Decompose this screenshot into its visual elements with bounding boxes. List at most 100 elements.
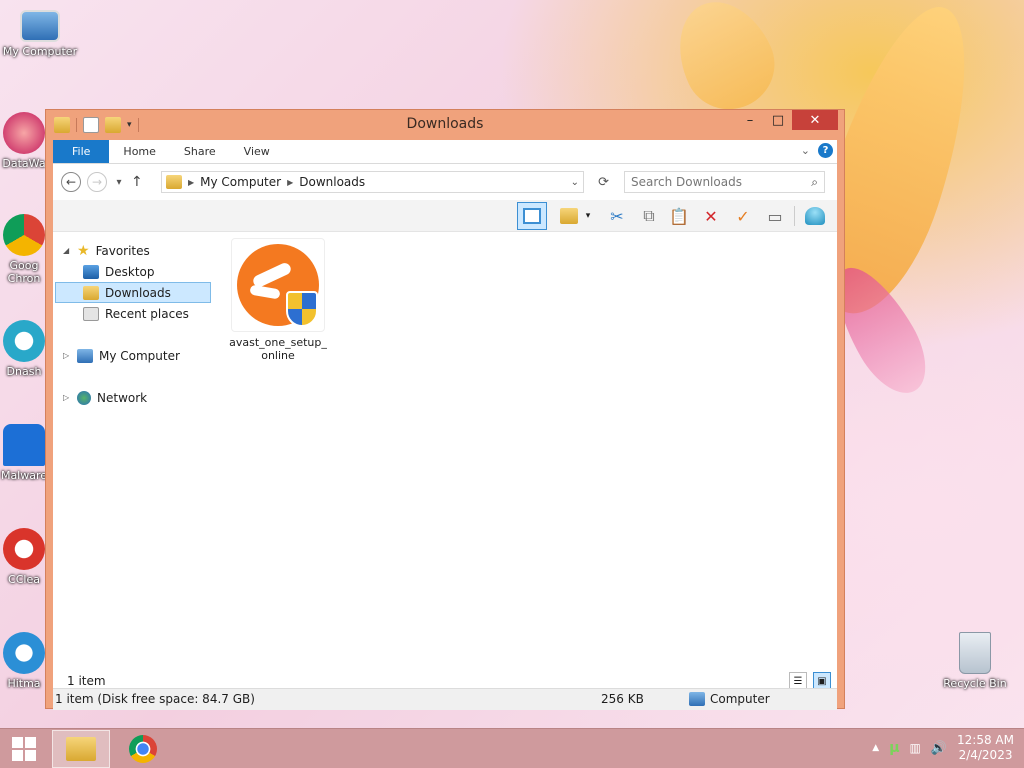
computer-icon: [20, 10, 60, 42]
volume-icon[interactable]: 🔊: [931, 741, 947, 756]
desktop-icon-dnash[interactable]: Dnash: [0, 320, 48, 378]
explorer-window: ▾ Downloads – □ ✕ File Home Share View ⌄…: [45, 109, 845, 710]
window-client: File Home Share View ⌄ ? ← → ▾ ↑ ▶ My Co…: [53, 140, 837, 710]
nav-label: My Computer: [99, 348, 180, 363]
forward-button[interactable]: →: [87, 172, 107, 192]
wallpaper-petal: [660, 0, 790, 124]
expand-icon[interactable]: ▷: [63, 393, 71, 402]
utorrent-icon[interactable]: µ: [889, 740, 899, 756]
preview-pane-icon[interactable]: [517, 202, 547, 230]
system-tray: ▲ µ ▥ 🔊 12:58 AM 2/4/2023: [872, 733, 1014, 763]
refresh-button[interactable]: ⟳: [598, 175, 609, 190]
nav-downloads[interactable]: Downloads: [55, 282, 211, 303]
clock-time: 12:58 AM: [957, 733, 1014, 747]
hitmanpro-icon: [3, 632, 45, 674]
clock-date: 2/4/2023: [958, 748, 1013, 762]
malwarebytes-icon: [3, 424, 45, 466]
network-icon: [77, 390, 91, 405]
nav-label: Favorites: [95, 243, 150, 258]
file-name: avast_one_setup_online: [229, 336, 327, 362]
address-dropdown-icon[interactable]: ⌄: [571, 177, 579, 188]
desktop-icon-label: Recycle Bin: [943, 677, 1007, 690]
taskbar-chrome[interactable]: [114, 730, 172, 768]
ribbon-tabs: File Home Share View ⌄ ?: [53, 140, 837, 164]
chevron-right-icon[interactable]: ▶: [188, 178, 194, 187]
desktop-icon-hitman[interactable]: Hitma: [0, 632, 48, 690]
status-location: Computer: [689, 692, 770, 706]
nav-favorites[interactable]: ◢ ★ Favorites: [63, 240, 150, 261]
breadcrumb-my-computer[interactable]: My Computer: [200, 175, 281, 189]
uac-shield-icon: [286, 291, 318, 327]
nav-recent-places[interactable]: Recent places: [83, 303, 189, 324]
delete-icon[interactable]: ✕: [699, 204, 723, 228]
app-icon: [3, 112, 45, 154]
desktop-icon-label: Dnash: [6, 365, 42, 378]
chrome-icon: [129, 735, 157, 763]
desktop-icon-chrome[interactable]: Goog Chron: [0, 214, 48, 285]
desktop-icon-ccleaner[interactable]: CClea: [0, 528, 48, 586]
star-icon: ★: [77, 242, 90, 259]
desktop-icon: [83, 264, 99, 279]
ccleaner-icon: [3, 528, 45, 570]
breadcrumb-downloads[interactable]: Downloads: [299, 175, 365, 189]
desktop-icon-datawa[interactable]: DataWa: [0, 112, 48, 170]
up-button[interactable]: ↑: [131, 174, 143, 190]
nav-label: Recent places: [105, 306, 189, 321]
rename-icon[interactable]: ✓: [731, 204, 755, 228]
divider: [794, 206, 795, 226]
close-button[interactable]: ✕: [792, 110, 838, 130]
maximize-button[interactable]: □: [764, 110, 792, 130]
search-icon[interactable]: ⌕: [811, 175, 818, 190]
nav-desktop[interactable]: Desktop: [83, 261, 155, 282]
tab-home[interactable]: Home: [109, 140, 169, 163]
downloads-folder-icon: [83, 285, 99, 300]
downloads-folder-icon: [166, 175, 182, 189]
paste-icon[interactable]: 📋: [667, 204, 691, 228]
nav-label: Desktop: [105, 264, 155, 279]
back-button[interactable]: ←: [61, 172, 81, 192]
minimize-button[interactable]: –: [736, 110, 764, 130]
start-button[interactable]: [8, 735, 40, 763]
chevron-right-icon[interactable]: ▶: [287, 178, 293, 187]
chevron-down-icon[interactable]: ▾: [581, 204, 595, 228]
navigation-pane: ◢ ★ Favorites Desktop Downloads Recent p…: [53, 232, 213, 672]
status-bar: 1 item (Disk free space: 84.7 GB) 256 KB…: [53, 688, 837, 710]
clock[interactable]: 12:58 AM 2/4/2023: [957, 733, 1014, 763]
nav-my-computer[interactable]: ▷ My Computer: [63, 345, 180, 366]
help-button[interactable]: ?: [818, 143, 833, 158]
item-count: 1 item: [67, 674, 106, 688]
desktop-icon-my-computer[interactable]: My Computer: [0, 10, 80, 58]
tab-file[interactable]: File: [53, 140, 110, 163]
properties-icon[interactable]: ▭: [763, 204, 787, 228]
command-toolbar: ▾ ✂ ⧉ 📋 ✕ ✓ ▭: [53, 200, 837, 232]
cut-icon[interactable]: ✂: [605, 204, 629, 228]
chevron-up-icon[interactable]: ▲: [872, 743, 879, 753]
desktop-icon-recycle-bin[interactable]: Recycle Bin: [935, 632, 1015, 690]
expand-icon[interactable]: ◢: [63, 246, 71, 255]
tab-share[interactable]: Share: [170, 140, 230, 163]
file-item-avast[interactable]: avast_one_setup_online: [228, 238, 328, 362]
folder-options-icon[interactable]: [557, 204, 581, 228]
app-icon: [3, 320, 45, 362]
status-size: 256 KB: [601, 692, 644, 706]
desktop-icon-label: Goog Chron: [7, 259, 41, 285]
desktop-icon-malware[interactable]: Malware: [0, 424, 48, 482]
network-icon[interactable]: ▥: [910, 741, 921, 755]
title-bar[interactable]: ▾ Downloads – □ ✕: [46, 110, 844, 140]
folder-icon: [66, 737, 96, 761]
taskbar-file-explorer[interactable]: [52, 730, 110, 768]
file-list[interactable]: avast_one_setup_online: [218, 232, 837, 672]
copy-icon[interactable]: ⧉: [637, 204, 661, 228]
recent-locations-icon[interactable]: ▾: [113, 177, 125, 188]
nav-network[interactable]: ▷ Network: [63, 387, 147, 408]
desktop-icon-label: Hitma: [7, 677, 41, 690]
shell-icon[interactable]: [803, 204, 827, 228]
nav-label: Downloads: [105, 285, 171, 300]
expand-icon[interactable]: ▷: [63, 351, 71, 360]
tab-view[interactable]: View: [230, 140, 284, 163]
address-bar[interactable]: ▶ My Computer ▶ Downloads ⌄ ⟳: [161, 171, 609, 193]
expand-ribbon-icon[interactable]: ⌄: [801, 144, 810, 157]
search-input[interactable]: Search Downloads ⌕: [624, 171, 825, 193]
computer-icon: [77, 348, 93, 363]
recycle-bin-icon: [959, 632, 991, 674]
